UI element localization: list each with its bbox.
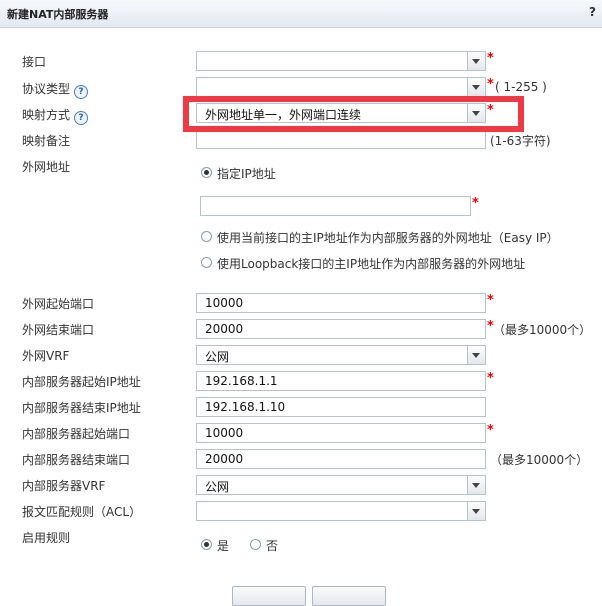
- wan-end-port-label: 外网结束端口: [22, 323, 95, 337]
- remark-length-note: (1-63字符): [490, 134, 551, 148]
- server-end-port-label: 内部服务器结束端口: [22, 453, 131, 467]
- chevron-down-icon[interactable]: [467, 346, 485, 364]
- radio-easy-ip-label: 使用当前接口的主IP地址作为内部服务器的外网地址（Easy IP）: [217, 231, 559, 245]
- radio-easy-ip[interactable]: [201, 231, 212, 242]
- required-mark: *: [487, 51, 494, 66]
- required-mark: *: [487, 103, 494, 118]
- ok-button[interactable]: [232, 586, 306, 606]
- radio-enable-no[interactable]: [250, 539, 261, 550]
- help-question-icon[interactable]: ?: [74, 85, 89, 99]
- wan-end-port-input[interactable]: 20000: [196, 319, 486, 339]
- wan-vrf-select[interactable]: 公网: [196, 345, 486, 365]
- radio-specify-ip[interactable]: [201, 167, 212, 178]
- mapping-select[interactable]: 外网地址单一，外网端口连续: [196, 103, 486, 123]
- help-icon[interactable]: ?: [589, 5, 596, 19]
- protocol-range-note: ( 1-255 ): [495, 80, 547, 94]
- chevron-down-icon[interactable]: [467, 104, 485, 122]
- required-mark: *: [487, 371, 494, 386]
- required-mark: *: [472, 196, 479, 211]
- radio-enable-yes[interactable]: [201, 539, 212, 550]
- required-mark: *: [487, 423, 494, 438]
- protocol-label: 协议类型?: [22, 80, 89, 99]
- server-vrf-label: 内部服务器VRF: [22, 479, 106, 493]
- acl-select[interactable]: [196, 501, 486, 521]
- radio-loopback[interactable]: [201, 257, 212, 268]
- server-start-ip-label: 内部服务器起始IP地址: [22, 375, 141, 389]
- required-mark: *: [487, 293, 494, 308]
- enable-rule-label: 启用规则: [22, 531, 71, 545]
- remark-input[interactable]: [196, 129, 486, 149]
- radio-enable-yes-label: 是: [217, 539, 230, 553]
- server-end-ip-input[interactable]: 192.168.1.10: [196, 397, 486, 417]
- mapping-label: 映射方式?: [22, 106, 89, 125]
- help-question-icon[interactable]: ?: [74, 111, 89, 125]
- cancel-button[interactable]: [312, 586, 386, 606]
- server-start-port-label: 内部服务器起始端口: [22, 427, 131, 441]
- wan-end-port-note: （最多10000个）: [493, 323, 592, 337]
- server-end-ip-label: 内部服务器结束IP地址: [22, 401, 141, 415]
- chevron-down-icon[interactable]: [467, 502, 485, 520]
- acl-label: 报文匹配规则（ACL）: [22, 505, 142, 519]
- chevron-down-icon[interactable]: [467, 78, 485, 96]
- server-vrf-select[interactable]: 公网: [196, 475, 486, 495]
- wan-address-label: 外网地址: [22, 160, 71, 174]
- radio-enable-no-label: 否: [266, 539, 279, 553]
- radio-specify-ip-label: 指定IP地址: [217, 167, 276, 181]
- chevron-down-icon[interactable]: [467, 52, 485, 70]
- protocol-select[interactable]: [196, 77, 486, 97]
- interface-label: 接口: [22, 55, 47, 69]
- dialog-title: 新建NAT内部服务器: [7, 8, 109, 21]
- radio-loopback-label: 使用Loopback接口的主IP地址作为内部服务器的外网地址: [217, 257, 526, 271]
- server-start-port-input[interactable]: 10000: [196, 423, 486, 443]
- dialog-header: 新建NAT内部服务器 ?: [0, 0, 602, 28]
- server-end-port-note: （最多10000个）: [490, 453, 589, 467]
- wan-start-port-input[interactable]: 10000: [196, 293, 486, 313]
- required-mark: *: [487, 77, 494, 92]
- chevron-down-icon[interactable]: [467, 476, 485, 494]
- wan-ip-input[interactable]: [200, 196, 471, 216]
- wan-vrf-label: 外网VRF: [22, 349, 70, 363]
- server-end-port-input[interactable]: 20000: [196, 449, 486, 469]
- server-start-ip-input[interactable]: 192.168.1.1: [196, 371, 486, 391]
- remark-label: 映射备注: [22, 134, 71, 148]
- interface-select[interactable]: [196, 51, 486, 71]
- wan-start-port-label: 外网起始端口: [22, 297, 95, 311]
